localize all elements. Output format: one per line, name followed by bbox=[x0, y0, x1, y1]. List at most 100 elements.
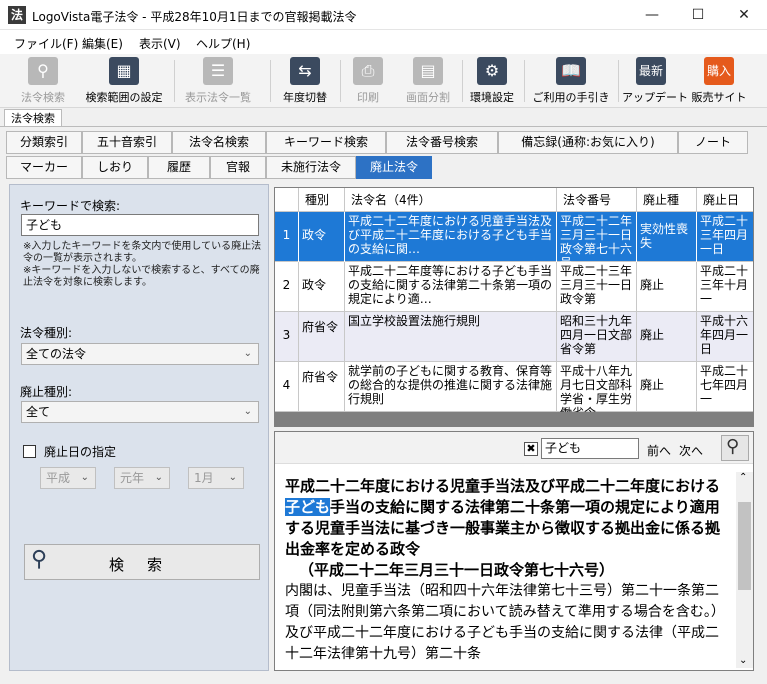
scroll-thumb[interactable] bbox=[738, 502, 751, 590]
tab-favorites[interactable]: 備忘録(通称:お気に入り) bbox=[498, 131, 678, 154]
repeal-type-select[interactable]: 全て ⌄ bbox=[21, 401, 259, 423]
user-guide-button[interactable]: 📖 ご利用の手引き bbox=[530, 57, 612, 105]
printer-icon: ⎙ bbox=[353, 57, 383, 85]
list-icon: ☰ bbox=[203, 57, 233, 85]
tab-gazette[interactable]: 官報 bbox=[210, 156, 266, 179]
tab-marker[interactable]: マーカー bbox=[6, 156, 82, 179]
chevron-down-icon: ⌄ bbox=[80, 472, 89, 483]
tab-notes[interactable]: ノート bbox=[678, 131, 748, 154]
column-header-repeal-type[interactable]: 廃止種 bbox=[637, 188, 697, 212]
note-text: ※キーワードを入力しないで検索すると、すべての廃止法令を対象に検索します。 bbox=[23, 265, 260, 288]
search-conditions-panel: キーワードで検索: 子ども ※入力したキーワードを条文内で使用している廃止法令の… bbox=[9, 184, 269, 671]
toolbar: ⚲ 法令検索 ▦ 検索範囲の設定 ☰ 表示法令一覧 ⇆ 年度切替 ⎙ 印刷 ▤ … bbox=[0, 54, 767, 108]
tab-kana-index[interactable]: 五十音索引 bbox=[82, 131, 172, 154]
toolbar-separator bbox=[270, 60, 271, 102]
vertical-scrollbar[interactable]: ⌃ ⌄ bbox=[736, 472, 753, 668]
search-range-icon: ▦ bbox=[109, 57, 139, 85]
update-button[interactable]: 最新 アップデート bbox=[622, 57, 688, 105]
law-type-select[interactable]: 全ての法令 ⌄ bbox=[21, 343, 259, 365]
cart-icon: 購入 bbox=[704, 57, 734, 85]
repeal-type-label: 廃止種別: bbox=[20, 385, 73, 399]
menu-help[interactable]: ヘルプ(H) bbox=[196, 35, 250, 52]
law-search-button[interactable]: ⚲ 法令検索 bbox=[14, 57, 72, 105]
document-viewer: ✖ 子ども 前へ 次へ ⚲ 平成二十二年度における児童手当法及び平成二十二年度に… bbox=[274, 431, 754, 671]
update-icon: 最新 bbox=[636, 57, 666, 85]
column-header-type[interactable]: 種別 bbox=[299, 188, 345, 212]
clear-icon[interactable]: ✖ bbox=[524, 442, 538, 456]
divider bbox=[0, 126, 767, 127]
tab-unenforced-laws[interactable]: 未施行法令 bbox=[266, 156, 356, 179]
chevron-down-icon: ⌄ bbox=[243, 406, 252, 417]
chevron-down-icon: ⌄ bbox=[228, 472, 237, 483]
menu-edit[interactable]: 編集(E) bbox=[82, 35, 123, 52]
search-range-button[interactable]: ▦ 検索範囲の設定 bbox=[80, 57, 168, 105]
column-header-index bbox=[275, 188, 299, 212]
find-next-button[interactable]: 次へ bbox=[679, 442, 703, 459]
menu-view[interactable]: 表示(V) bbox=[139, 35, 181, 52]
tab-repealed-laws[interactable]: 廃止法令 bbox=[356, 156, 432, 179]
scroll-down-icon[interactable]: ⌄ bbox=[739, 655, 747, 666]
split-view-button[interactable]: ▤ 画面分割 bbox=[400, 57, 456, 105]
gear-icon: ⚙ bbox=[477, 57, 507, 85]
tab-keyword-search[interactable]: キーワード検索 bbox=[266, 131, 386, 154]
tab-bookmark[interactable]: しおり bbox=[82, 156, 148, 179]
law-number: （平成二十二年三月三十一日政令第七十六号） bbox=[299, 561, 615, 579]
switch-arrows-icon: ⇆ bbox=[290, 57, 320, 85]
table-row[interactable]: 1 政令 平成二十二年度における児童手当法及び平成二十二年度における子ども手当の… bbox=[275, 212, 753, 262]
tab-law-name-search[interactable]: 法令名検索 bbox=[172, 131, 266, 154]
tab-law-number-search[interactable]: 法令番号検索 bbox=[386, 131, 498, 154]
find-prev-button[interactable]: 前へ bbox=[647, 442, 671, 459]
column-header-repeal-date[interactable]: 廃止日 bbox=[697, 188, 753, 212]
toolbar-separator bbox=[618, 60, 619, 102]
year-switch-button[interactable]: ⇆ 年度切替 bbox=[276, 57, 334, 105]
table-row[interactable]: 3 府省令 国立学校設置法施行規則 昭和三十九年四月一日文部省令第 廃止 平成十… bbox=[275, 312, 753, 362]
settings-button[interactable]: ⚙ 環境設定 bbox=[466, 57, 518, 105]
era-select[interactable]: 平成 ⌄ bbox=[40, 467, 96, 489]
month-select[interactable]: 1月 ⌄ bbox=[188, 467, 244, 489]
table-row[interactable]: 2 政令 平成二十二年度等における子ども手当の支給に関する法律第二十条第一項の規… bbox=[275, 262, 753, 312]
find-input[interactable]: 子ども bbox=[541, 438, 639, 459]
shop-site-button[interactable]: 購入 販売サイト bbox=[690, 57, 748, 105]
search-highlight: 子ども bbox=[285, 498, 331, 516]
keyword-input[interactable]: 子ども bbox=[21, 214, 259, 236]
toolbar-separator bbox=[174, 60, 175, 102]
toolbar-separator bbox=[462, 60, 463, 102]
law-type-label: 法令種別: bbox=[20, 326, 73, 340]
table-row[interactable]: 4 府省令 就学前の子どもに関する教育、保育等の総合的な提供の推進に関する法律施… bbox=[275, 362, 753, 412]
chevron-down-icon: ⌄ bbox=[243, 348, 252, 359]
toolbar-separator bbox=[524, 60, 525, 102]
column-header-number[interactable]: 法令番号 bbox=[557, 188, 637, 212]
document-text: 平成二十二年度における児童手当法及び平成二十二年度における子ども手当の支給に関す… bbox=[285, 476, 725, 668]
tab-category-index[interactable]: 分類索引 bbox=[6, 131, 82, 154]
minimize-button[interactable]: — bbox=[629, 0, 675, 30]
law-body-paragraph: 内閣は、児童手当法（昭和四十六年法律第七十三号）第二十一条第二項（同法附則第六条… bbox=[285, 583, 725, 662]
print-button[interactable]: ⎙ 印刷 bbox=[348, 57, 388, 105]
note-text: ※入力したキーワードを条文内で使用している廃止法令の一覧が表示されます。 bbox=[23, 241, 262, 264]
column-header-name[interactable]: 法令名（4件） bbox=[345, 188, 557, 212]
results-table: 種別 法令名（4件） 法令番号 廃止種 廃止日 1 政令 平成二十二年度における… bbox=[274, 187, 754, 427]
year-select[interactable]: 元年 ⌄ bbox=[114, 467, 170, 489]
window-title: LogoVista電子法令 - 平成28年10月1日までの官報掲載法令 bbox=[32, 10, 357, 24]
keyword-label: キーワードで検索: bbox=[20, 199, 121, 213]
book-icon: 📖 bbox=[556, 57, 586, 85]
app-icon: 法 bbox=[8, 6, 26, 24]
tab-history[interactable]: 履歴 bbox=[148, 156, 210, 179]
chevron-down-icon: ⌄ bbox=[154, 472, 163, 483]
repeal-date-checkbox[interactable] bbox=[23, 445, 36, 458]
horizontal-scrollbar[interactable] bbox=[275, 412, 753, 426]
scroll-up-icon[interactable]: ⌃ bbox=[739, 472, 747, 483]
search-icon: ⚲ bbox=[726, 436, 740, 457]
title-bar: 法 LogoVista電子法令 - 平成28年10月1日までの官報掲載法令 — … bbox=[0, 0, 767, 30]
toolbar-separator bbox=[340, 60, 341, 102]
menu-file[interactable]: ファイル(F) bbox=[14, 35, 78, 52]
split-icon: ▤ bbox=[413, 57, 443, 85]
search-button[interactable]: ⚲ 検 索 bbox=[24, 544, 260, 580]
section-tab-law-search[interactable]: 法令検索 bbox=[4, 109, 62, 127]
law-list-button[interactable]: ☰ 表示法令一覧 bbox=[180, 57, 256, 105]
search-icon: ⚲ bbox=[28, 57, 58, 85]
repeal-date-label: 廃止日の指定 bbox=[44, 445, 117, 459]
find-button[interactable]: ⚲ bbox=[721, 435, 749, 461]
search-icon: ⚲ bbox=[31, 547, 48, 572]
close-button[interactable]: ✕ bbox=[721, 0, 767, 30]
maximize-button[interactable]: ☐ bbox=[675, 0, 721, 30]
